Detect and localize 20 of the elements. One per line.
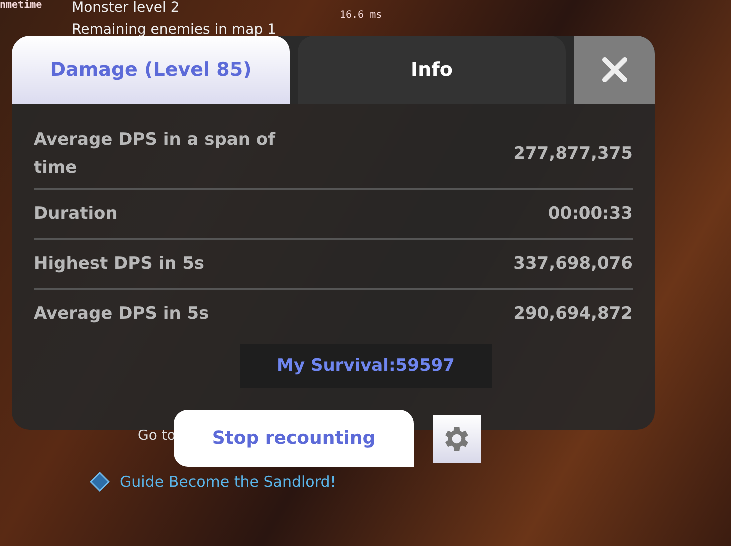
stat-label: Average DPS in a span of time [34, 129, 277, 180]
stat-value: 290,694,872 [514, 304, 633, 324]
frame-time-text: 16.6 ms [340, 10, 382, 21]
stat-value: 00:00:33 [548, 204, 633, 224]
panel-tab[interactable]: Info [298, 36, 566, 104]
stat-label: Highest DPS in 5s [34, 253, 205, 276]
stat-value: 337,698,076 [514, 254, 633, 274]
diamond-icon [90, 472, 110, 492]
remaining-enemies-text: Remaining enemies in map 1 [72, 22, 276, 38]
stat-value: 277,877,375 [514, 144, 633, 164]
hud-label: nmetime [0, 0, 42, 11]
stop-recounting-button[interactable]: Stop recounting [174, 410, 414, 467]
stat-label: Duration [34, 203, 118, 226]
survival-text: My Survival:59597 [240, 344, 492, 388]
quest-guide-link[interactable]: Guide Become the Sandlord! [120, 473, 336, 491]
stat-label: Average DPS in 5s [34, 303, 210, 326]
close-button[interactable] [574, 36, 655, 104]
monster-level-text: Monster level 2 [72, 0, 180, 16]
panel-tab[interactable]: Damage (Level 85) [12, 36, 290, 104]
settings-button[interactable] [433, 415, 481, 463]
